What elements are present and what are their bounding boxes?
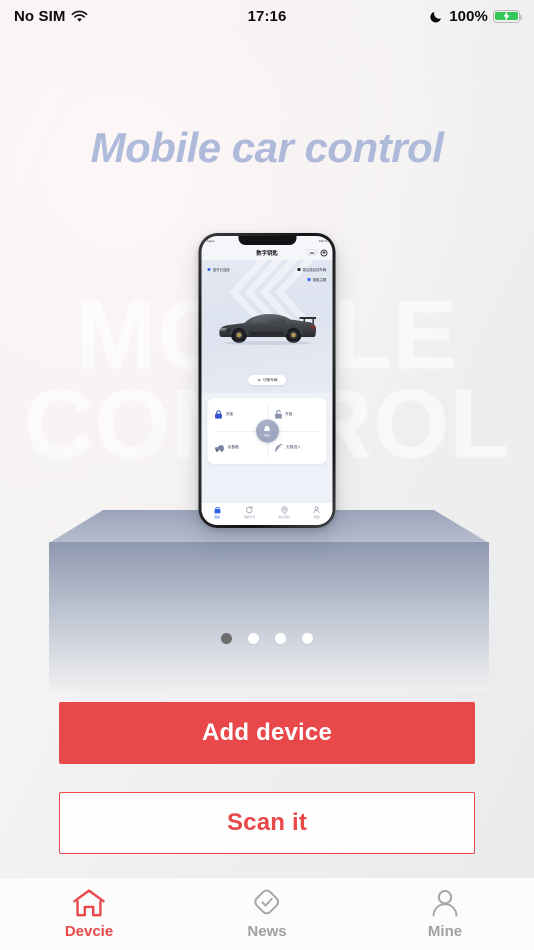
- phone-tab-label: 钥匙: [214, 515, 221, 520]
- diamond-check-icon: [254, 889, 280, 915]
- phone-badge-nearby: 靠近感应成车辆: [297, 267, 326, 272]
- person-icon: [313, 506, 320, 514]
- status-left: No SIM: [14, 8, 88, 25]
- phone-tab-label: 钥匙分享: [244, 515, 256, 520]
- lock-open-icon: [274, 410, 282, 419]
- phone-tab-label: 我的: [313, 515, 320, 520]
- status-bar: No SIM 17:16 100%: [0, 0, 534, 32]
- phone-control-label: 关锁: [225, 412, 234, 417]
- phone-control-panel: 关锁 开锁 后备箱 无感进入 寻车: [207, 398, 327, 465]
- carousel-dot[interactable]: [275, 633, 286, 644]
- add-device-button[interactable]: Add device: [59, 702, 475, 764]
- phone-control-panel-wrap: 关锁 开锁 后备箱 无感进入 寻车: [201, 393, 333, 503]
- battery-percent-label: 100%: [449, 7, 488, 25]
- phone-switch-vehicle-button[interactable]: 切换车辆: [247, 375, 287, 386]
- scan-it-button[interactable]: Scan it: [59, 792, 475, 854]
- phone-status-right: 100 %: [318, 238, 328, 243]
- battery-charging-icon: [493, 9, 523, 23]
- tab-label: Mine: [427, 923, 463, 940]
- wifi-icon: [72, 10, 88, 22]
- phone-badge-label: 钥匙主题: [312, 278, 327, 283]
- carrier-label: No SIM: [14, 7, 66, 25]
- phone-status-left: Apple: [206, 238, 215, 243]
- cta-group: Add device Scan it: [59, 702, 475, 854]
- car-key-icon: [214, 507, 221, 514]
- phone-mockup: Apple 100 % 数字钥匙 蓝牙已连接 靠近感应成车辆 钥匙主题 切换车辆…: [198, 233, 336, 528]
- phone-tab-label: 电子围栏: [278, 515, 290, 520]
- phone-frame: Apple 100 % 数字钥匙 蓝牙已连接 靠近感应成车辆 钥匙主题 切换车辆…: [198, 233, 336, 528]
- phone-tab-fence[interactable]: 电子围栏: [278, 506, 290, 519]
- swap-icon: [256, 378, 261, 382]
- phone-tabbar: 钥匙 钥匙分享 电子围栏 我的: [201, 502, 333, 525]
- phone-badge-bluetooth: 蓝牙已连接: [207, 267, 230, 273]
- moon-icon: [430, 11, 442, 22]
- gear-icon[interactable]: [320, 249, 328, 257]
- trunk-icon: [215, 444, 225, 452]
- page-title: Mobile car control: [90, 124, 444, 171]
- phone-appbar-icons: [306, 249, 328, 257]
- tab-label: News: [247, 923, 287, 940]
- phone-badge-key: 钥匙主题: [307, 277, 326, 282]
- phone-control-label: 开锁: [285, 412, 293, 417]
- phone-appbar: 数字钥匙: [202, 245, 333, 260]
- person-icon: [432, 890, 458, 917]
- lock-closed-icon: [215, 410, 223, 419]
- phone-badge-label: 靠近感应成车辆: [302, 268, 327, 273]
- phone-app-title: 数字钥匙: [256, 250, 278, 257]
- phone-tab-share[interactable]: 钥匙分享: [244, 506, 256, 519]
- app-screen: MOBILE CONTROL Mobile car control No SIM: [0, 0, 534, 950]
- carousel-dot[interactable]: [302, 633, 313, 644]
- phone-tab-mine[interactable]: 我的: [313, 506, 321, 519]
- tab-label: Devcie: [64, 923, 114, 940]
- bolt-icon: [503, 11, 510, 21]
- carousel-dots: [0, 633, 534, 644]
- phone-tab-key[interactable]: 钥匙: [213, 506, 221, 519]
- phone-screen: Apple 100 % 数字钥匙 蓝牙已连接 靠近感应成车辆 钥匙主题 切换车辆…: [201, 236, 333, 525]
- signal-icon: [274, 444, 282, 452]
- phone-find-car-button[interactable]: 寻车: [255, 419, 279, 443]
- phone-badge-label: 蓝牙已连接: [212, 268, 230, 273]
- bell-icon: [264, 426, 270, 432]
- key-shield-icon: [307, 277, 311, 282]
- phone-switch-label: 切换车辆: [263, 377, 278, 382]
- phone-notch: [238, 236, 296, 246]
- sensor-icon: [297, 267, 301, 272]
- tab-mine[interactable]: Mine: [356, 888, 534, 940]
- tab-news[interactable]: News: [178, 888, 356, 940]
- card-icon[interactable]: [306, 249, 318, 256]
- location-icon: [281, 506, 288, 515]
- status-right: 100%: [430, 7, 523, 25]
- phone-control-label: 无感进入: [286, 445, 301, 450]
- share-icon: [246, 506, 253, 514]
- phone-hero: 蓝牙已连接 靠近感应成车辆 钥匙主题 切换车辆: [201, 260, 333, 394]
- bottom-tab-bar: Devcie News Mine: [0, 877, 534, 950]
- sports-car-illustration: [218, 314, 316, 346]
- carousel-dot[interactable]: [221, 633, 232, 644]
- carousel-dot[interactable]: [248, 633, 259, 644]
- bluetooth-dot-icon: [207, 268, 211, 272]
- phone-find-car-label: 寻车: [263, 433, 270, 438]
- phone-control-label: 后备箱: [227, 445, 239, 450]
- home-icon: [73, 889, 105, 917]
- tab-device[interactable]: Devcie: [0, 888, 178, 940]
